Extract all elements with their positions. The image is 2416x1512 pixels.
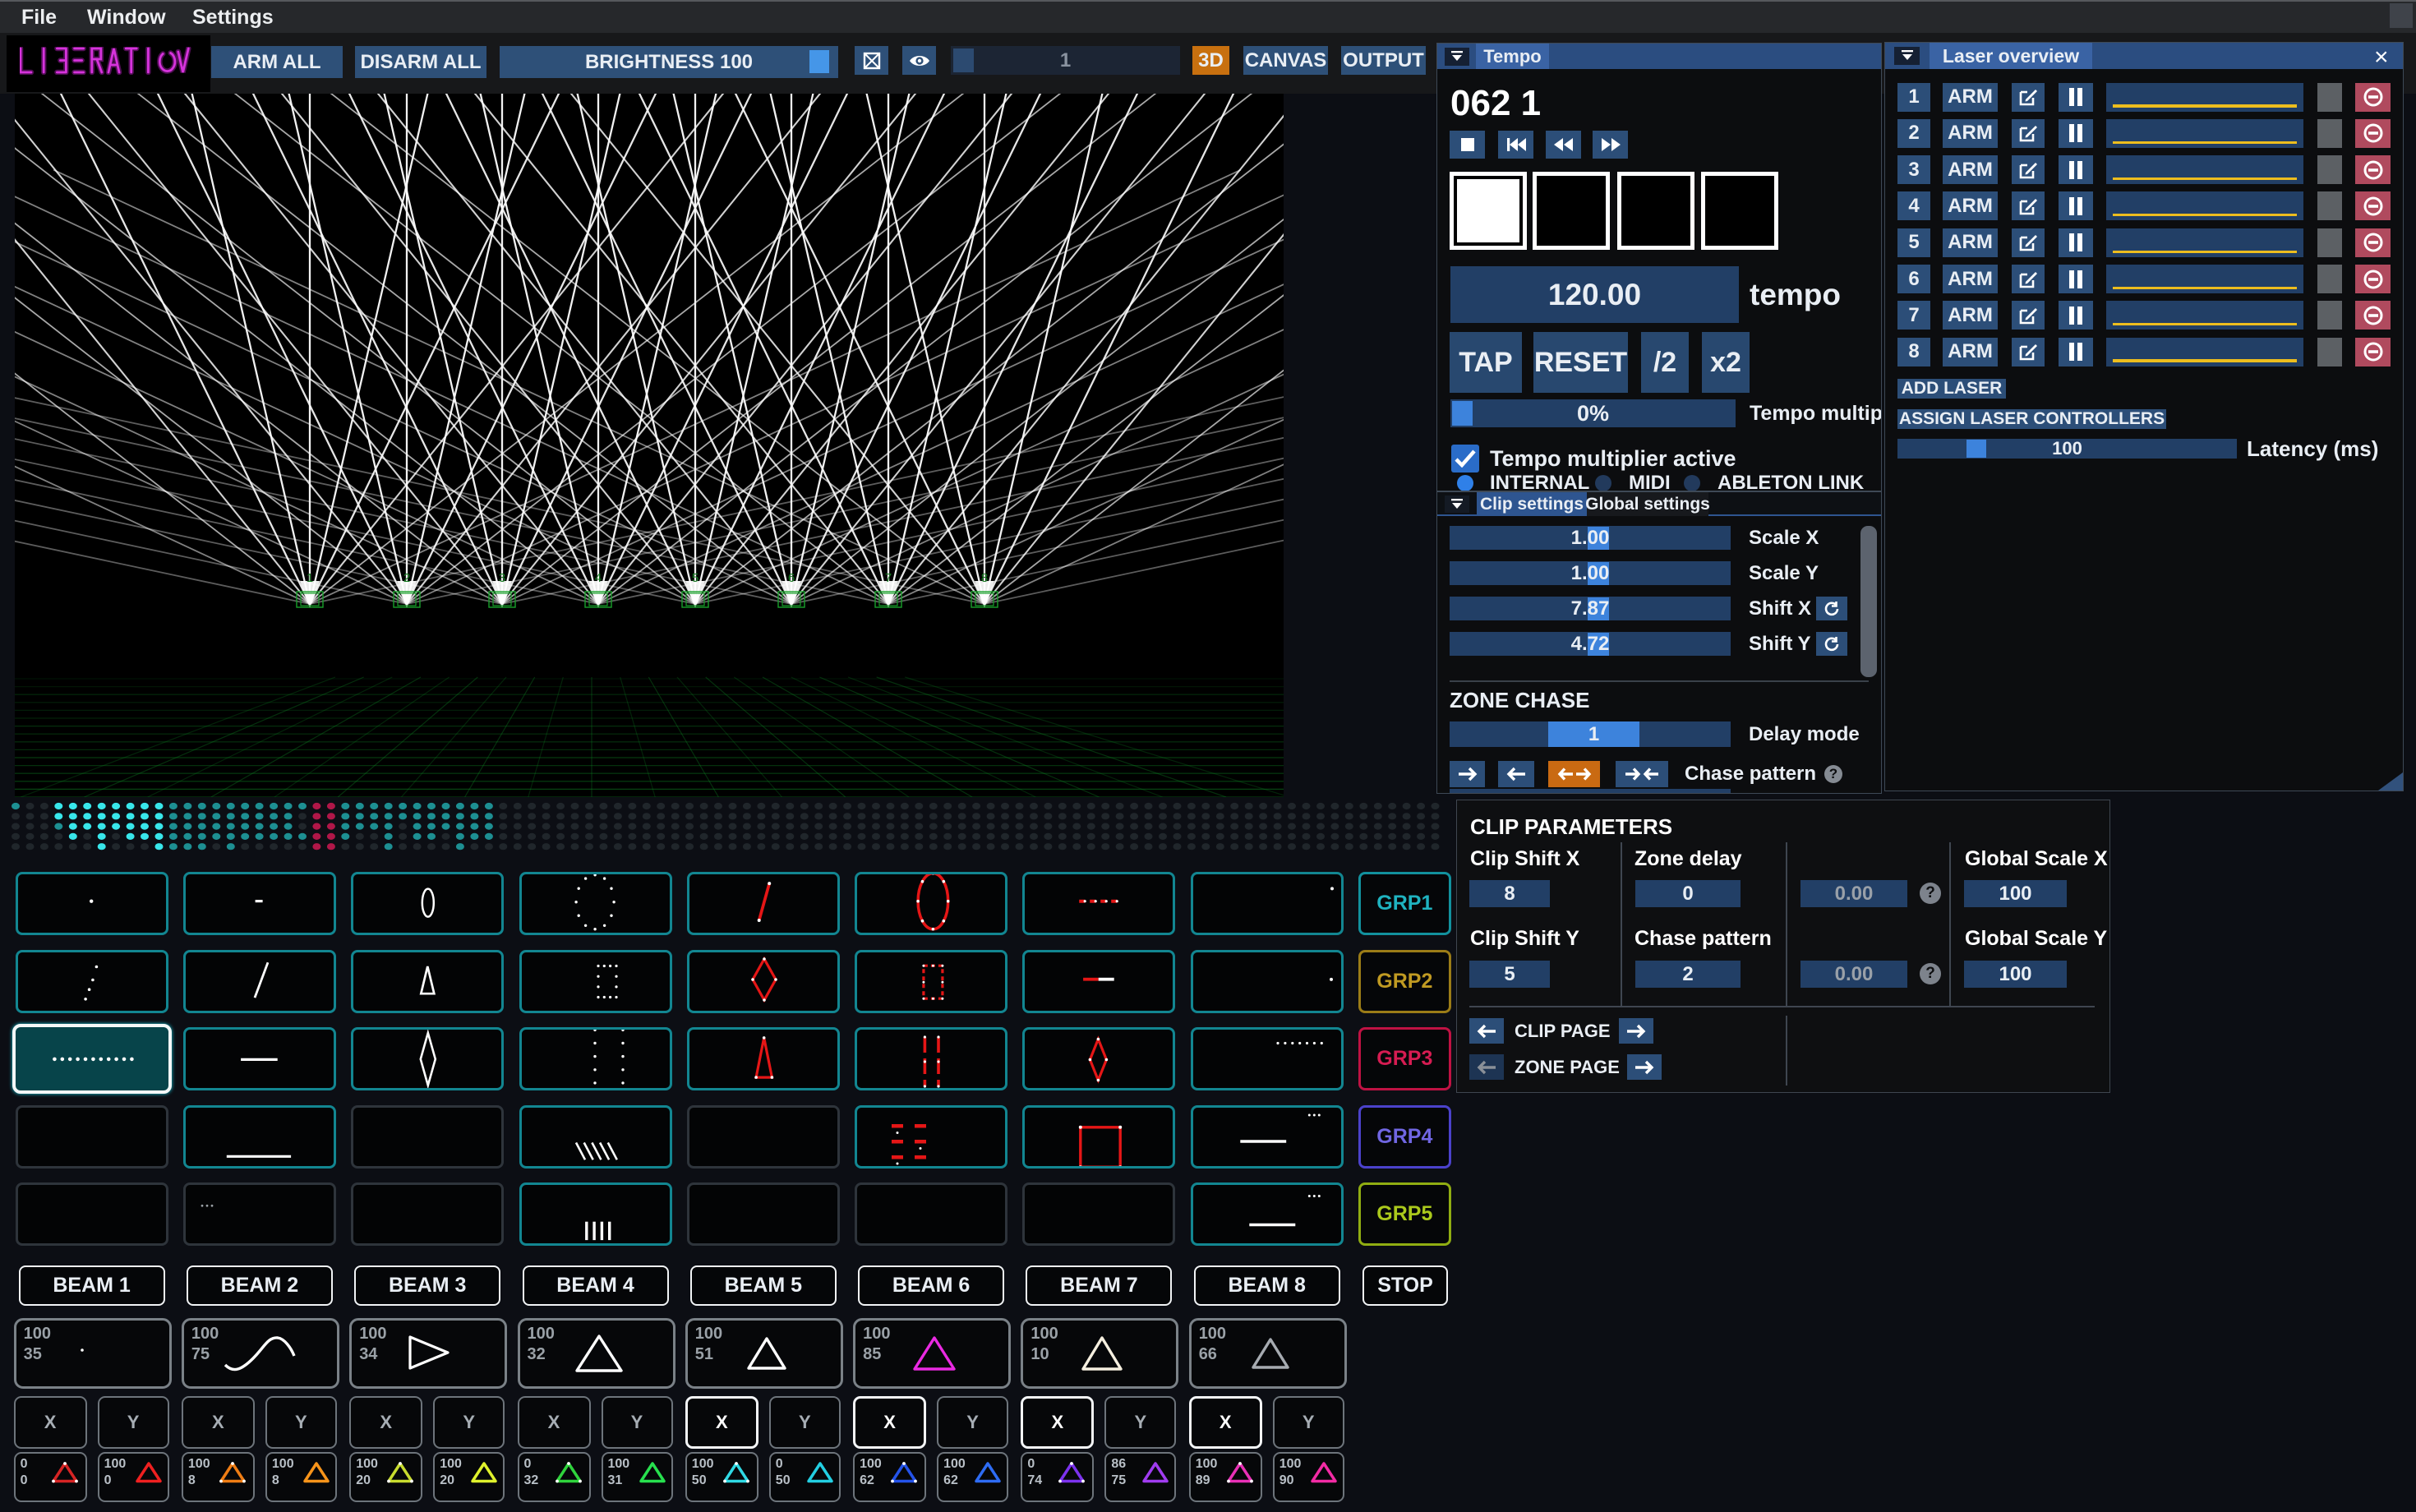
svg-text:5: 5 (692, 571, 699, 585)
svg-text:4: 4 (595, 571, 602, 585)
svg-text:2: 2 (403, 571, 410, 585)
svg-text:3: 3 (499, 571, 505, 585)
svg-text:8: 8 (981, 571, 988, 585)
svg-text:7: 7 (885, 571, 892, 585)
svg-text:6: 6 (788, 571, 795, 585)
svg-text:1: 1 (307, 571, 313, 585)
